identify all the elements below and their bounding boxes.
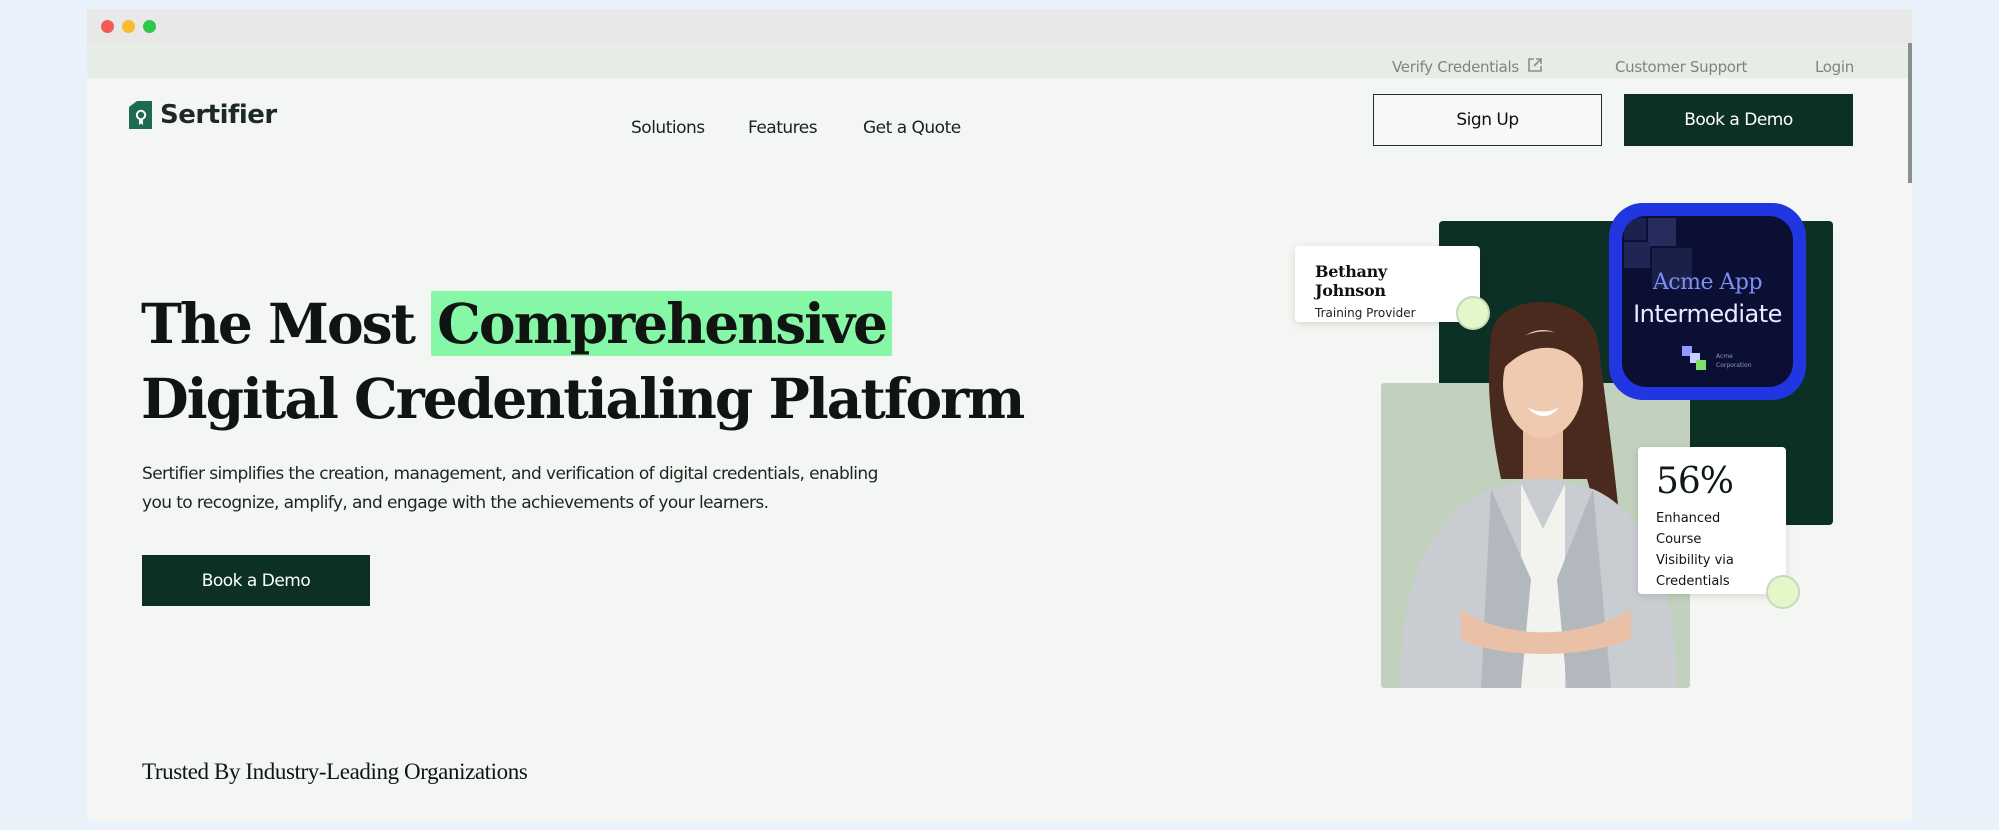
trusted-by-heading: Trusted By Industry-Leading Organization… xyxy=(142,759,528,784)
badge-level: Intermediate xyxy=(1633,300,1782,328)
verify-credentials-link[interactable]: Verify Credentials xyxy=(1392,58,1519,76)
nav-solutions[interactable]: Solutions xyxy=(631,118,705,138)
utility-bar: Verify Credentials Customer Support Logi… xyxy=(87,43,1912,78)
customer-support-link[interactable]: Customer Support xyxy=(1615,58,1747,76)
decorative-circle xyxy=(1456,296,1490,330)
sertifier-logo-icon xyxy=(129,101,152,129)
profile-name: Bethany Johnson xyxy=(1315,262,1387,300)
stat-card: 56% Enhanced Course Visibility via Crede… xyxy=(1638,447,1786,594)
hero-title-line2: Digital Credentialing Platform xyxy=(141,366,1025,431)
maximize-window-button[interactable] xyxy=(143,20,156,33)
browser-window: Verify Credentials Customer Support Logi… xyxy=(87,9,1912,821)
profile-card: Bethany Johnson Training Provider xyxy=(1295,246,1480,322)
decorative-circle xyxy=(1766,575,1800,609)
window-titlebar xyxy=(87,9,1912,43)
badge-title: Acme App xyxy=(1652,270,1763,295)
header-book-demo-button[interactable]: Book a Demo xyxy=(1624,94,1853,146)
stat-desc-line3: Credentials xyxy=(1656,574,1730,589)
credential-badge-face: Acme App Intermediate Acme Corporation xyxy=(1622,216,1793,387)
hero-title-highlight: Comprehensive xyxy=(431,291,893,356)
close-window-button[interactable] xyxy=(101,20,114,33)
stat-description: Enhanced Course Visibility via Credentia… xyxy=(1656,508,1768,592)
hero-description: Sertifier simplifies the creation, manag… xyxy=(142,464,878,513)
logo-text: Sertifier xyxy=(160,100,277,130)
nav-features[interactable]: Features xyxy=(748,118,818,138)
sertifier-logo[interactable]: Sertifier xyxy=(129,99,277,131)
login-link[interactable]: Login xyxy=(1815,58,1854,76)
hero-title-part1: The Most xyxy=(141,291,416,356)
acme-logo-icon xyxy=(1682,346,1706,370)
hero-book-demo-button[interactable]: Book a Demo xyxy=(142,555,370,606)
stat-desc-line1: Enhanced Course xyxy=(1656,511,1721,547)
nav-get-a-quote[interactable]: Get a Quote xyxy=(863,118,961,138)
stat-value: 56% xyxy=(1656,461,1734,502)
badge-organization: Acme Corporation xyxy=(1716,352,1751,370)
badge-org-line1: Acme xyxy=(1716,353,1733,360)
badge-org-line2: Corporation xyxy=(1716,362,1752,369)
stat-desc-line2: Visibility via xyxy=(1656,553,1734,568)
hero-title: The Most Comprehensive Digital Credentia… xyxy=(141,286,1025,436)
sign-up-button[interactable]: Sign Up xyxy=(1373,94,1602,146)
credential-badge: Acme App Intermediate Acme Corporation xyxy=(1609,203,1806,400)
profile-role: Training Provider xyxy=(1315,306,1416,320)
external-link-icon[interactable] xyxy=(1527,57,1543,73)
scrollbar[interactable] xyxy=(1908,43,1912,183)
minimize-window-button[interactable] xyxy=(122,20,135,33)
